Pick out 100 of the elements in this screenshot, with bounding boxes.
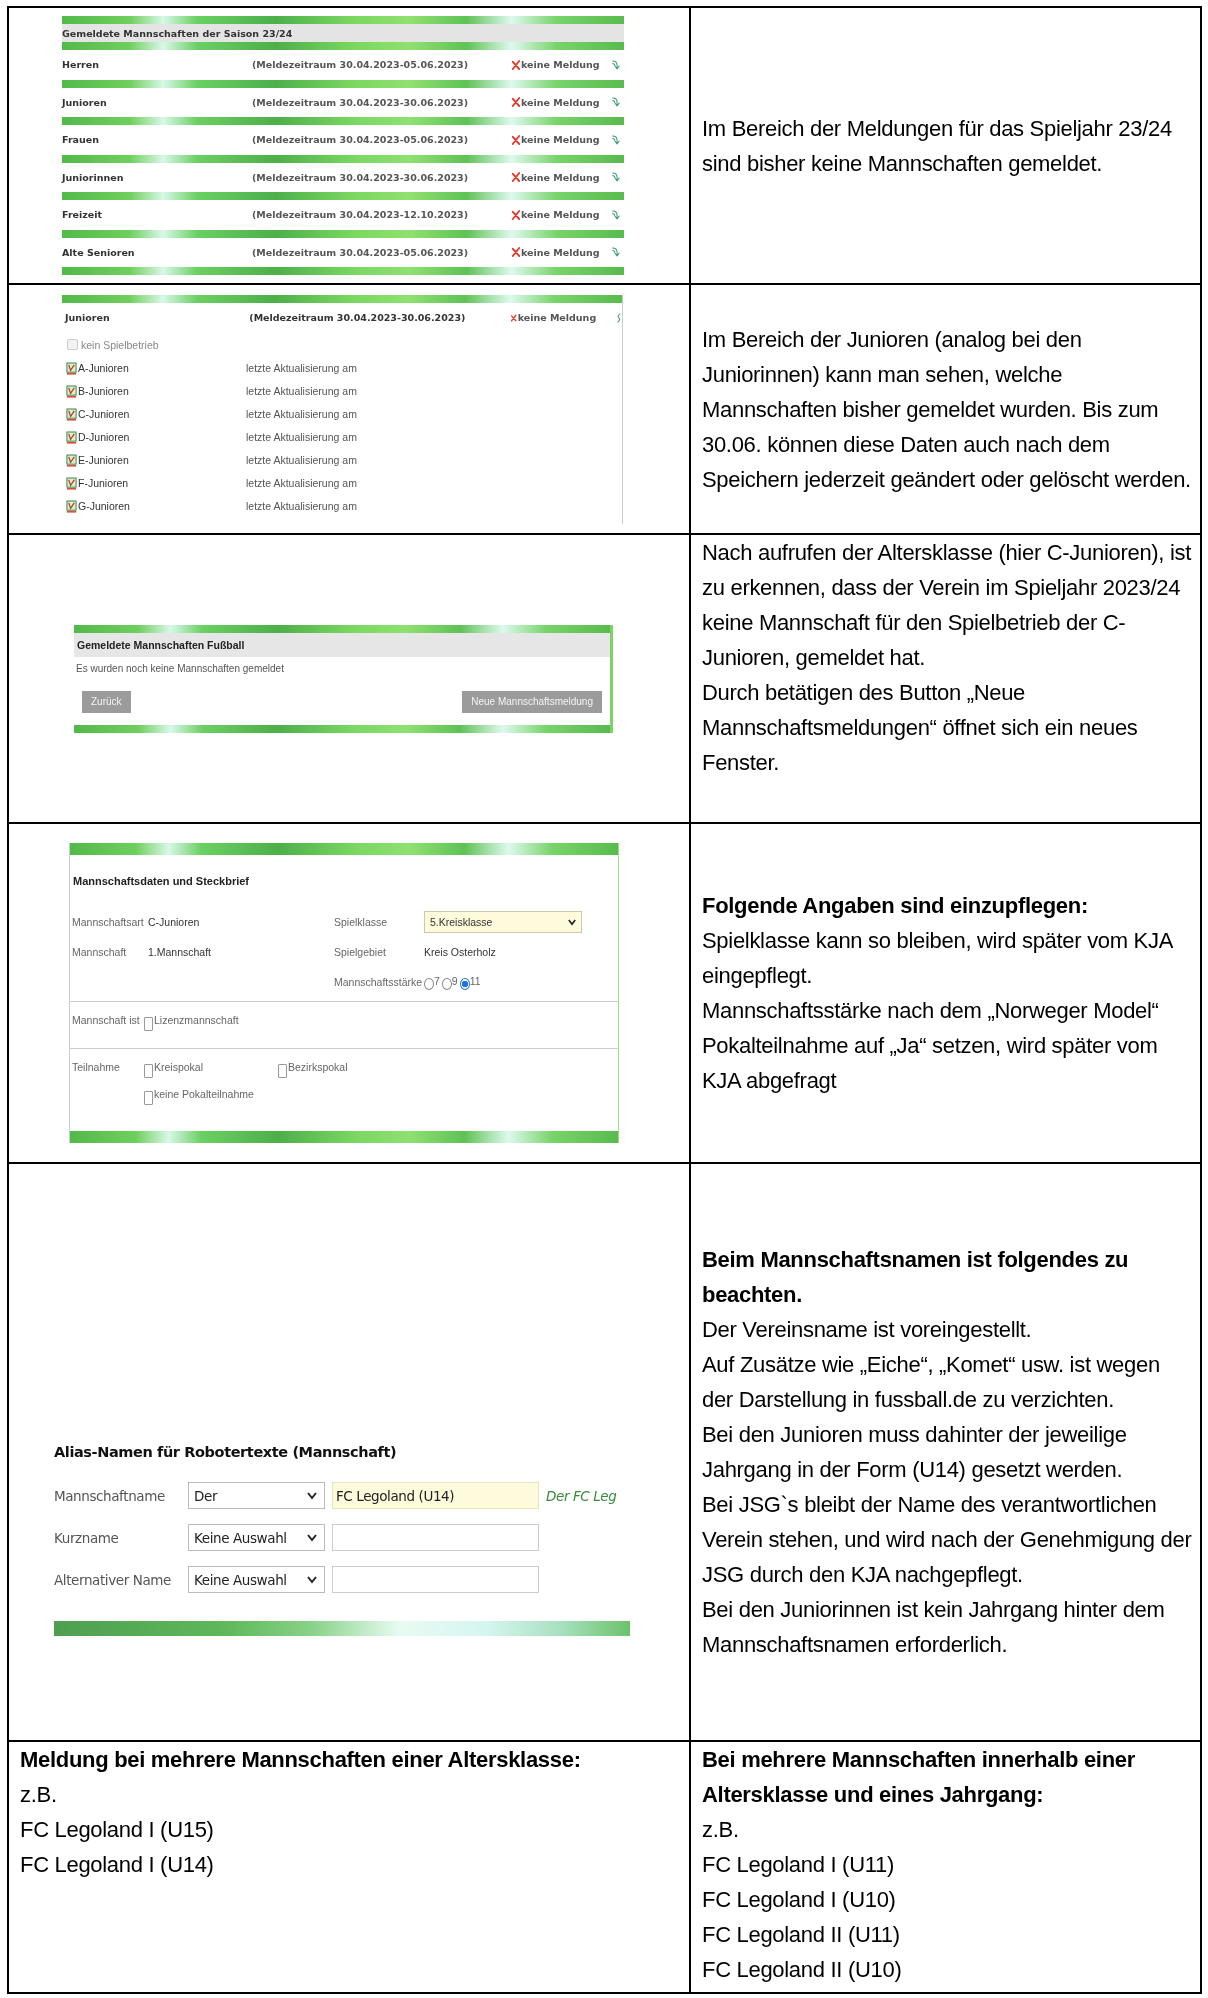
paragraph: FC Legoland I (U14) [20, 1851, 215, 1879]
paragraph: Nach aufrufen der Altersklasse (hier C-Junioren), ist zu erkennen, dass der Verein im Spieljahr 2023/24 keine Mannschaft für den Spielbetrieb der C-Junioren, gemeldet hat. [702, 539, 1193, 672]
paragraph: Der Vereinsname ist voreingestellt. [702, 1316, 1033, 1344]
status-text: keine Meldung [521, 59, 600, 71]
arrow-icon[interactable] [610, 246, 621, 259]
age-group-link[interactable]: B-Junioren [78, 385, 129, 397]
checkbox-label: Bezirkspokal [288, 1061, 348, 1073]
team-category: Herren [62, 59, 100, 71]
period-text: (Meldezeitraum 30.04.2023-05.06.2023) [252, 246, 470, 258]
radio-label: 9 [451, 974, 458, 987]
checkbox-label: Lizenzmannschaft [154, 1014, 239, 1026]
cross-icon [512, 59, 520, 70]
caret-icon [568, 918, 576, 926]
team-icon [66, 384, 77, 398]
radio-button[interactable] [441, 977, 452, 990]
preview-text: Der FC Leg [546, 1487, 617, 1504]
period-text: (Meldezeitraum 30.04.2023-30.06.2023) [252, 171, 470, 183]
field-label: Kurzname [54, 1529, 120, 1546]
paragraph: Bei den Juniorinnen ist kein Jahrgang hinter dem Mannschaftsnamen erforderlich. [702, 1596, 1166, 1659]
checkbox[interactable] [144, 1064, 153, 1078]
team-icon [66, 430, 77, 444]
field-label: Teilnahme [72, 1061, 121, 1075]
age-group-link[interactable]: A-Junioren [78, 362, 129, 374]
field-label: Mannschaftsstärke [334, 976, 424, 988]
team-icon [66, 499, 77, 513]
field-label: Alternativer Name [54, 1571, 172, 1588]
paragraph: FC Legoland II (U10) [702, 1956, 903, 1984]
arrow-icon[interactable] [610, 58, 621, 71]
paragraph: Im Bereich der Junioren (analog bei den Juniorinnen) kann man sehen, welche Mannschaften bisher gemeldet wurden. Bis zum 30.06. können diese Daten auch nach dem Speichern jederzeit geändert oder gelöscht werden. [702, 325, 1192, 494]
update-text: letzte Aktualisierung am [246, 385, 358, 397]
checkbox-label: kein Spielbetrieb [81, 338, 159, 351]
article-dropdown[interactable]: Der [188, 1482, 325, 1509]
league-dropdown[interactable]: 5.Kreisklasse [424, 911, 582, 933]
paragraph: FC Legoland I (U15) [20, 1816, 215, 1844]
radio-button[interactable] [424, 977, 434, 990]
caret-icon [307, 1491, 317, 1500]
radio-label: 7 [434, 974, 440, 987]
update-text: letzte Aktualisierung am [246, 454, 358, 466]
checkbox[interactable] [278, 1064, 287, 1078]
section-title: Gemeldete Mannschaften der Saison 23/24 [62, 27, 293, 39]
article-dropdown[interactable]: Keine Auswahl [188, 1524, 325, 1551]
input-field[interactable]: FC Legoland (U14) [332, 1482, 539, 1509]
age-group-link[interactable]: F-Junioren [78, 477, 129, 489]
checkbox-label: Kreispokal [154, 1061, 204, 1073]
update-text: letzte Aktualisierung am [246, 362, 358, 374]
input-field[interactable] [332, 1566, 539, 1593]
field-label: Spielgebiet [334, 946, 387, 958]
field-value: 1.Mannschaft [148, 946, 213, 958]
field-value: C-Junioren [148, 916, 201, 928]
arrow-icon[interactable] [610, 133, 621, 146]
arrow-icon[interactable] [610, 96, 621, 109]
arrow-icon[interactable] [610, 208, 621, 221]
period-text: (Meldezeitraum 30.04.2023-05.06.2023) [252, 134, 470, 146]
field-label: Spielklasse [334, 916, 389, 928]
age-group-link[interactable]: C-Junioren [78, 408, 130, 420]
cross-icon [511, 312, 517, 323]
section-title: Alias-Namen für Robotertexte (Mannschaft) [54, 1443, 397, 1460]
cross-icon [512, 247, 520, 258]
cross-icon [512, 172, 520, 183]
update-text: letzte Aktualisierung am [246, 408, 358, 420]
section-title: Mannschaftsdaten und Steckbrief [73, 875, 250, 887]
status-text: keine Meldung [521, 171, 600, 183]
field-value: Kreis Osterholz [424, 946, 497, 958]
field-label: Mannschaftsart [72, 916, 145, 928]
team-icon [66, 361, 77, 375]
age-group-link[interactable]: G-Junioren [78, 500, 130, 512]
heading: Folgende Angaben sind einzupflegen: [702, 892, 1089, 920]
heading: Meldung bei mehrere Mannschaften einer Altersklasse: [20, 1746, 582, 1774]
paragraph: Auf Zusätze wie „Eiche“, „Komet“ usw. ist wegen der Darstellung in fussball.de zu verzichten. [702, 1351, 1161, 1414]
age-group-link[interactable]: D-Junioren [78, 431, 130, 443]
radio-button[interactable] [459, 977, 470, 990]
team-category: Freizeit [62, 209, 104, 221]
paragraph: FC Legoland II (U11) [702, 1921, 901, 1949]
arrow-icon[interactable] [610, 171, 621, 184]
checkbox[interactable] [144, 1017, 153, 1031]
paragraph: z.B. [702, 1816, 740, 1844]
cross-icon [512, 209, 520, 220]
paragraph: Bei JSG`s bleibt der Name des verantwortlichen Verein stehen, und wird nach der Genehmigung der JSG durch den KJA nachgepflegt. [702, 1491, 1193, 1589]
period-text: (Meldezeitraum 30.04.2023-12.10.2023) [252, 209, 470, 221]
status-text: keine Meldung [517, 312, 597, 323]
cross-icon [512, 134, 520, 145]
input-field[interactable] [332, 1524, 539, 1551]
age-group-link[interactable]: E-Junioren [78, 454, 129, 466]
update-text: letzte Aktualisierung am [246, 431, 358, 443]
team-category: Juniorinnen [62, 171, 125, 183]
paragraph: Im Bereich der Meldungen für das Spieljahr 23/24 sind bisher keine Mannschaften gemeldet. [702, 114, 1173, 178]
checkbox-label: keine Pokalteilnahme [154, 1088, 254, 1100]
checkbox[interactable] [144, 1091, 153, 1105]
status-text: keine Meldung [521, 96, 600, 108]
caret-icon [307, 1575, 317, 1584]
article-dropdown[interactable]: Keine Auswahl [188, 1566, 325, 1593]
paragraph: FC Legoland I (U10) [702, 1886, 897, 1914]
paragraph: Bei den Junioren muss dahinter der jeweilige Jahrgang in der Form (U14) gesetzt werden. [702, 1421, 1128, 1484]
team-category: Alte Senioren [62, 246, 136, 258]
paragraph: Spielklasse kann so bleiben, wird später vom KJA eingepflegt. [702, 927, 1174, 990]
caret-icon [307, 1533, 317, 1542]
period-text: (Meldezeitraum 30.04.2023-30.06.2023) [252, 96, 470, 108]
heading: Beim Mannschaftsnamen ist folgendes zu beachten. [702, 1246, 1130, 1309]
field-label: Mannschaft ist [72, 1014, 141, 1028]
period-text: (Meldezeitraum 30.04.2023-05.06.2023) [252, 59, 470, 71]
